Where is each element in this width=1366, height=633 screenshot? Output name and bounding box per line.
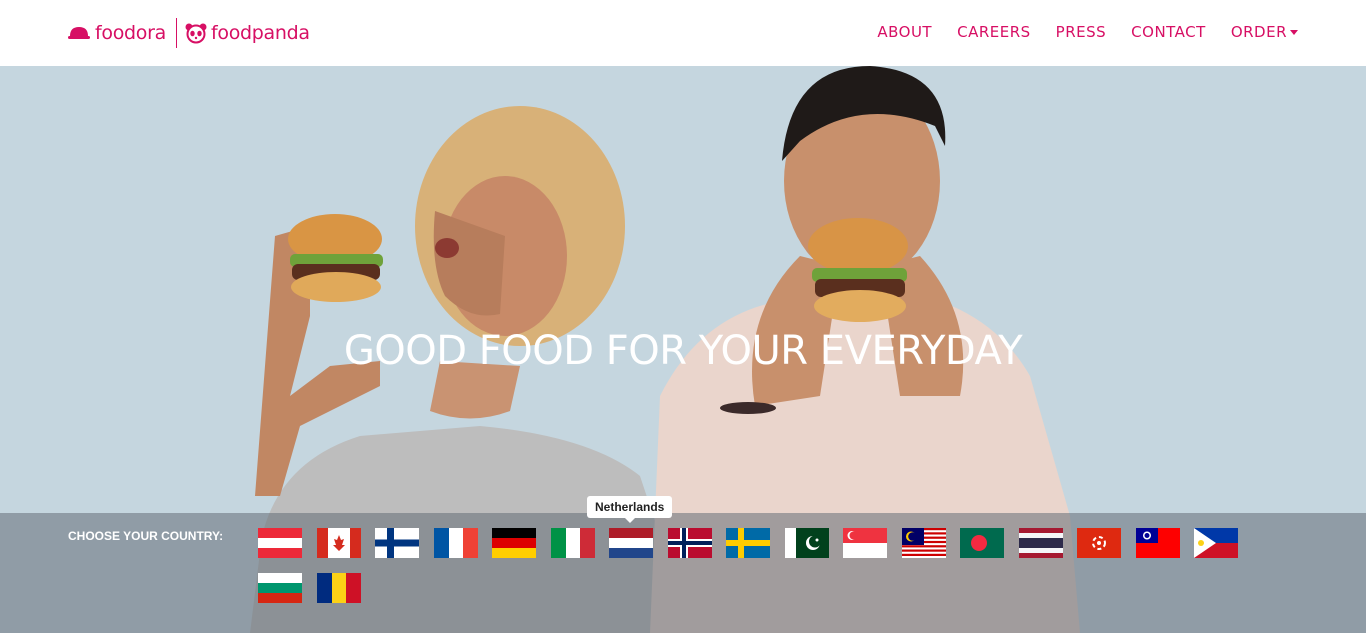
nav-about-link[interactable]: ABOUT bbox=[877, 23, 932, 41]
flag-canada-icon[interactable] bbox=[317, 528, 361, 558]
nav-contact-label: CONTACT bbox=[1131, 23, 1206, 41]
flag-france-icon[interactable] bbox=[434, 528, 478, 558]
flag-bangladesh-icon[interactable] bbox=[960, 528, 1004, 558]
foodpanda-logo-text: foodpanda bbox=[210, 22, 310, 44]
nav-press-label: PRESS bbox=[1055, 23, 1107, 41]
nav-contact-link[interactable]: CONTACT bbox=[1131, 23, 1206, 41]
burger-left bbox=[288, 214, 383, 302]
flag-austria-icon[interactable] bbox=[258, 528, 302, 558]
flag-romania-icon[interactable] bbox=[317, 573, 361, 603]
nav-careers-link[interactable]: CAREERS bbox=[957, 23, 1031, 41]
flag-netherlands-icon[interactable] bbox=[609, 528, 653, 558]
logo-divider bbox=[175, 18, 177, 48]
brand-logo[interactable]: foodora foodpanda bbox=[68, 17, 310, 49]
nav-press-link[interactable]: PRESS bbox=[1056, 23, 1107, 41]
nav-about-label: ABOUT bbox=[877, 23, 933, 41]
main-nav: ABOUT CAREERS PRESS CONTACT ORDER bbox=[852, 23, 1298, 41]
burger-right bbox=[808, 218, 908, 322]
foodora-hat-icon bbox=[68, 27, 90, 39]
nav-careers-label: CAREERS bbox=[957, 23, 1031, 41]
panda-icon bbox=[185, 23, 207, 44]
flag-singapore-icon[interactable] bbox=[843, 528, 887, 558]
flag-germany-icon[interactable] bbox=[492, 528, 536, 558]
flag-hong-kong-icon[interactable] bbox=[1077, 528, 1121, 558]
flag-thailand-icon[interactable] bbox=[1019, 528, 1063, 558]
foodora-logo-text: foodora bbox=[95, 22, 166, 44]
flag-malaysia-icon[interactable] bbox=[902, 528, 946, 558]
nav-order-label: ORDER bbox=[1230, 23, 1287, 41]
nav-order-dropdown[interactable]: ORDER bbox=[1231, 23, 1298, 41]
flag-bulgaria-icon[interactable] bbox=[258, 573, 302, 603]
hero-headline: GOOD FOOD FOR YOUR EVERYDAY bbox=[343, 328, 1023, 374]
flag-italy-icon[interactable] bbox=[551, 528, 595, 558]
caret-down-icon bbox=[1290, 29, 1298, 35]
country-tooltip: Netherlands bbox=[587, 496, 673, 523]
flag-norway-icon[interactable] bbox=[668, 528, 712, 558]
choose-country-label: CHOOSE YOUR COUNTRY: bbox=[68, 529, 224, 543]
flag-taiwan-icon[interactable] bbox=[1136, 528, 1180, 558]
site-header: foodora foodpanda ABOUT CAREERS PRESS CO… bbox=[0, 0, 1366, 66]
flag-philippines-icon[interactable] bbox=[1194, 528, 1238, 558]
flag-sweden-icon[interactable] bbox=[726, 528, 770, 558]
flag-finland-icon[interactable] bbox=[375, 528, 419, 558]
flag-pakistan-icon[interactable] bbox=[785, 528, 829, 558]
